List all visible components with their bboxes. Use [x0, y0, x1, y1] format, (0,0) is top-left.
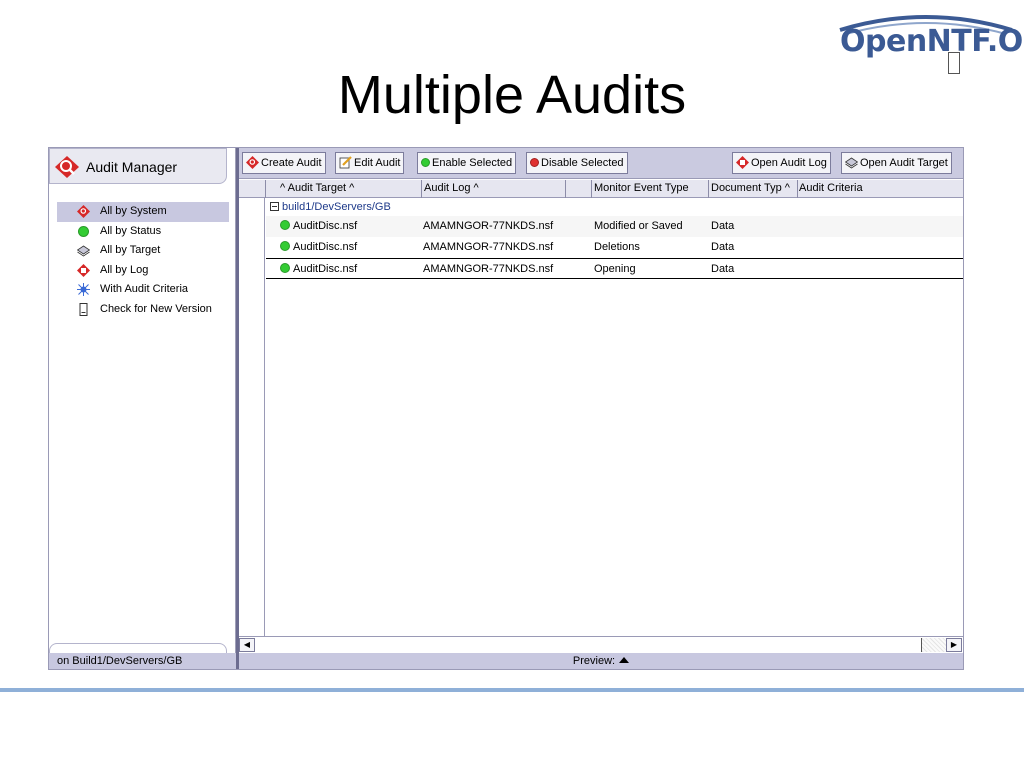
column-audit-target[interactable]: ^ Audit Target ^	[266, 180, 422, 198]
create-audit-button[interactable]: Create Audit	[242, 152, 326, 174]
nav-label: With Audit Criteria	[100, 283, 189, 296]
horizontal-scrollbar[interactable]: ◀ ▶	[239, 636, 963, 653]
open-audit-log-label: Open Audit Log	[751, 157, 827, 169]
view-pane: Create Audit Edit Audit Enable Selected …	[239, 148, 963, 669]
cell-target: AuditDisc.nsf	[280, 259, 357, 279]
nav-label: All by System	[100, 205, 167, 217]
target-text: AuditDisc.nsf	[293, 241, 358, 253]
green-dot-icon	[421, 157, 430, 167]
column-header-bar: ^ Audit Target ^ Audit Log ^ Monitor Eve…	[239, 180, 963, 198]
nav-item-with-audit-criteria[interactable]: With Audit Criteria	[57, 280, 229, 300]
database-icon	[845, 157, 858, 169]
cell-log: AMAMNGOR-77NKDS.nsf	[423, 241, 554, 253]
enable-selected-label: Enable Selected	[432, 157, 513, 169]
bottom-tab[interactable]	[49, 643, 227, 653]
table-row[interactable]: AuditDisc.nsf AMAMNGOR-77NKDS.nsf Deleti…	[266, 237, 963, 258]
audit-manager-window: Audit Manager All by System All by Statu…	[48, 147, 964, 670]
target-text: AuditDisc.nsf	[293, 263, 358, 275]
edit-audit-button[interactable]: Edit Audit	[335, 152, 405, 174]
column-blank[interactable]	[566, 180, 592, 198]
edit-icon	[339, 155, 352, 168]
bug-icon	[77, 283, 90, 297]
cell-event: Modified or Saved	[594, 220, 683, 232]
disable-selected-button[interactable]: Disable Selected	[526, 152, 628, 174]
preview-label: Preview:	[572, 655, 616, 667]
disable-selected-label: Disable Selected	[541, 157, 624, 169]
nav-item-all-by-status[interactable]: All by Status	[57, 222, 229, 242]
cell-log: AMAMNGOR-77NKDS.nsf	[423, 220, 554, 232]
audit-manager-icon	[55, 156, 79, 178]
category-label: build1/DevServers/GB	[282, 201, 391, 213]
column-audit-criteria[interactable]: Audit Criteria	[798, 180, 963, 198]
nav-item-check-for-new-version[interactable]: Check for New Version	[57, 300, 229, 320]
cell-log: AMAMNGOR-77NKDS.nsf	[423, 263, 554, 275]
scroll-right-button[interactable]: ▶	[946, 638, 962, 652]
enabled-status-icon	[280, 263, 290, 274]
create-audit-label: Create Audit	[261, 157, 322, 169]
enable-selected-button[interactable]: Enable Selected	[417, 152, 517, 174]
enabled-status-icon	[280, 241, 290, 252]
cell-doctype: Data	[711, 241, 735, 253]
column-audit-log[interactable]: Audit Log ^	[422, 180, 566, 198]
nav-item-all-by-target[interactable]: All by Target	[57, 241, 229, 261]
nav-label: All by Log	[100, 263, 149, 276]
open-audit-log-button[interactable]: Open Audit Log	[732, 152, 831, 174]
preview-toggle[interactable]: Preview:	[239, 653, 963, 669]
open-audit-target-label: Open Audit Target	[860, 157, 948, 169]
target-text: AuditDisc.nsf	[293, 220, 358, 232]
enabled-status-icon	[280, 220, 290, 231]
open-audit-target-button[interactable]: Open Audit Target	[841, 152, 952, 174]
server-status: on Build1/DevServers/GB	[49, 653, 236, 669]
column-monitor-event-type[interactable]: Monitor Event Type	[592, 180, 709, 198]
app-name: Audit Manager	[86, 159, 178, 175]
app-header: Audit Manager	[49, 148, 227, 184]
scroll-left-button[interactable]: ◀	[239, 638, 255, 652]
database-icon	[77, 245, 90, 257]
column-document-type[interactable]: Document Typ ^	[709, 180, 798, 198]
document-icon	[79, 302, 88, 316]
table-row-selected[interactable]: AuditDisc.nsf AMAMNGOR-77NKDS.nsf Openin…	[266, 258, 963, 279]
audit-icon	[77, 205, 90, 218]
nav-item-all-by-system[interactable]: All by System	[57, 202, 229, 222]
cell-event: Opening	[594, 263, 636, 275]
log-icon	[77, 263, 90, 277]
logo-text: OpenNTF.Org	[840, 24, 1024, 59]
edit-audit-label: Edit Audit	[354, 157, 401, 169]
nav-label: All by Status	[100, 224, 162, 237]
cell-target: AuditDisc.nsf	[280, 216, 357, 236]
cell-event: Deletions	[594, 241, 640, 253]
slide-divider	[0, 688, 1024, 692]
selection-margin[interactable]	[239, 198, 265, 636]
log-icon	[736, 155, 749, 169]
cell-target: AuditDisc.nsf	[280, 237, 357, 257]
collapse-twistie-icon[interactable]	[270, 202, 279, 211]
expand-up-icon	[619, 657, 630, 663]
nav-label: Check for New Version	[100, 302, 212, 315]
slide-title: Multiple Audits	[337, 65, 687, 125]
audit-list: build1/DevServers/GB AuditDisc.nsf AMAMN…	[266, 198, 963, 636]
red-dot-icon	[530, 157, 539, 167]
table-row[interactable]: AuditDisc.nsf AMAMNGOR-77NKDS.nsf Modifi…	[266, 216, 963, 237]
audit-icon	[246, 155, 259, 169]
scroll-thumb[interactable]	[256, 638, 922, 652]
view-navigator: All by System All by Status All by Targe…	[57, 202, 229, 320]
cell-doctype: Data	[711, 263, 735, 275]
cell-doctype: Data	[711, 220, 735, 232]
nav-label: All by Target	[100, 244, 161, 257]
action-bar: Create Audit Edit Audit Enable Selected …	[239, 148, 963, 179]
column-selection-margin	[239, 180, 266, 198]
green-status-icon	[78, 225, 89, 237]
category-row[interactable]: build1/DevServers/GB	[266, 199, 391, 215]
left-pane: Audit Manager All by System All by Statu…	[49, 148, 236, 669]
nav-item-all-by-log[interactable]: All by Log	[57, 261, 229, 281]
